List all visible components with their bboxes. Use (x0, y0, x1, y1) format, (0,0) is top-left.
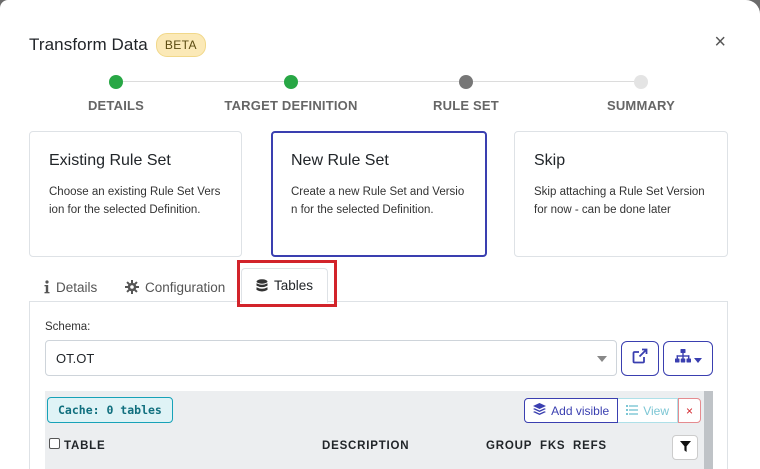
option-title: Skip (534, 152, 566, 169)
schema-select[interactable]: OT.OT (45, 340, 617, 376)
table-actions: Add visible View × (524, 398, 701, 423)
tab-bar: Details Configuration Tables (29, 260, 728, 304)
step-target-definition: TARGET DEFINITION (201, 70, 381, 113)
column-header-group[interactable]: GROUP (486, 440, 532, 452)
chevron-down-icon (597, 356, 607, 362)
step-label: SUMMARY (606, 98, 676, 113)
layers-icon (533, 403, 551, 418)
list-icon (626, 404, 643, 418)
filter-icon (679, 439, 691, 457)
tables-panel: Schema: OT.OT Cache: 0 tables Add visibl… (29, 302, 728, 469)
step-details: DETAILS (26, 70, 206, 113)
step-dot (109, 75, 123, 89)
step-rule-set: RULE SET (376, 70, 556, 113)
tables-list: Cache: 0 tables Add visible View × TABLE… (45, 391, 713, 469)
option-title: New Rule Set (291, 152, 389, 169)
step-label: TARGET DEFINITION (224, 98, 358, 113)
modal-header: Transform Data BETA (29, 33, 206, 57)
tab-details[interactable]: Details (44, 270, 97, 304)
tab-configuration[interactable]: Configuration (125, 270, 225, 304)
stepper: DETAILS TARGET DEFINITION RULE SET SUMMA… (0, 70, 760, 120)
column-header-description[interactable]: DESCRIPTION (322, 440, 409, 452)
step-label: DETAILS (87, 98, 145, 113)
schema-label: Schema: (45, 321, 91, 333)
step-summary: SUMMARY (551, 70, 731, 113)
column-header-fks[interactable]: FKS (540, 440, 565, 452)
modal-title: Transform Data (29, 35, 148, 54)
caret-down-icon (693, 350, 702, 368)
beta-badge: BETA (155, 33, 206, 57)
sitemap-icon (674, 349, 691, 368)
open-external-button[interactable] (621, 341, 659, 376)
option-existing-rule-set[interactable]: Existing Rule Set Choose an existing Rul… (29, 131, 242, 257)
info-icon (44, 280, 50, 294)
option-description: Choose an existing Rule Set Version for … (49, 186, 221, 216)
hierarchy-dropdown-button[interactable] (663, 341, 713, 376)
cache-badge[interactable]: Cache: 0 tables (47, 397, 173, 423)
step-dot (459, 75, 473, 89)
step-dot (284, 75, 298, 89)
add-visible-button[interactable]: Add visible (524, 398, 619, 423)
schema-value: OT.OT (56, 351, 95, 366)
transform-data-modal: Transform Data BETA × DETAILS TARGET DEF… (0, 0, 760, 469)
close-button[interactable]: × (714, 32, 726, 52)
option-description: Create a new Rule Set and Version for th… (291, 186, 465, 216)
view-label: View (643, 403, 669, 418)
tab-label: Configuration (145, 279, 226, 295)
gear-icon (125, 280, 139, 294)
view-button[interactable]: View (618, 398, 678, 423)
column-header-table[interactable]: TABLE (64, 440, 105, 452)
select-all-checkbox[interactable] (49, 438, 60, 449)
external-link-icon (632, 348, 648, 369)
option-title: Existing Rule Set (49, 152, 171, 169)
tables-tab-highlight (237, 260, 337, 307)
column-header-refs[interactable]: REFS (573, 440, 607, 452)
scrollbar[interactable] (704, 391, 713, 469)
step-label: RULE SET (433, 98, 499, 113)
option-new-rule-set[interactable]: New Rule Set Create a new Rule Set and V… (271, 131, 487, 257)
clear-button[interactable]: × (677, 398, 701, 423)
table-header: TABLE DESCRIPTION GROUP FKS REFS (45, 433, 703, 463)
add-visible-label: Add visible (551, 403, 610, 418)
tab-label: Details (56, 279, 98, 295)
option-skip[interactable]: Skip Skip attaching a Rule Set Version f… (514, 131, 728, 257)
filter-button[interactable] (672, 435, 698, 460)
step-dot (634, 75, 648, 89)
option-description: Skip attaching a Rule Set Version for no… (534, 186, 705, 216)
